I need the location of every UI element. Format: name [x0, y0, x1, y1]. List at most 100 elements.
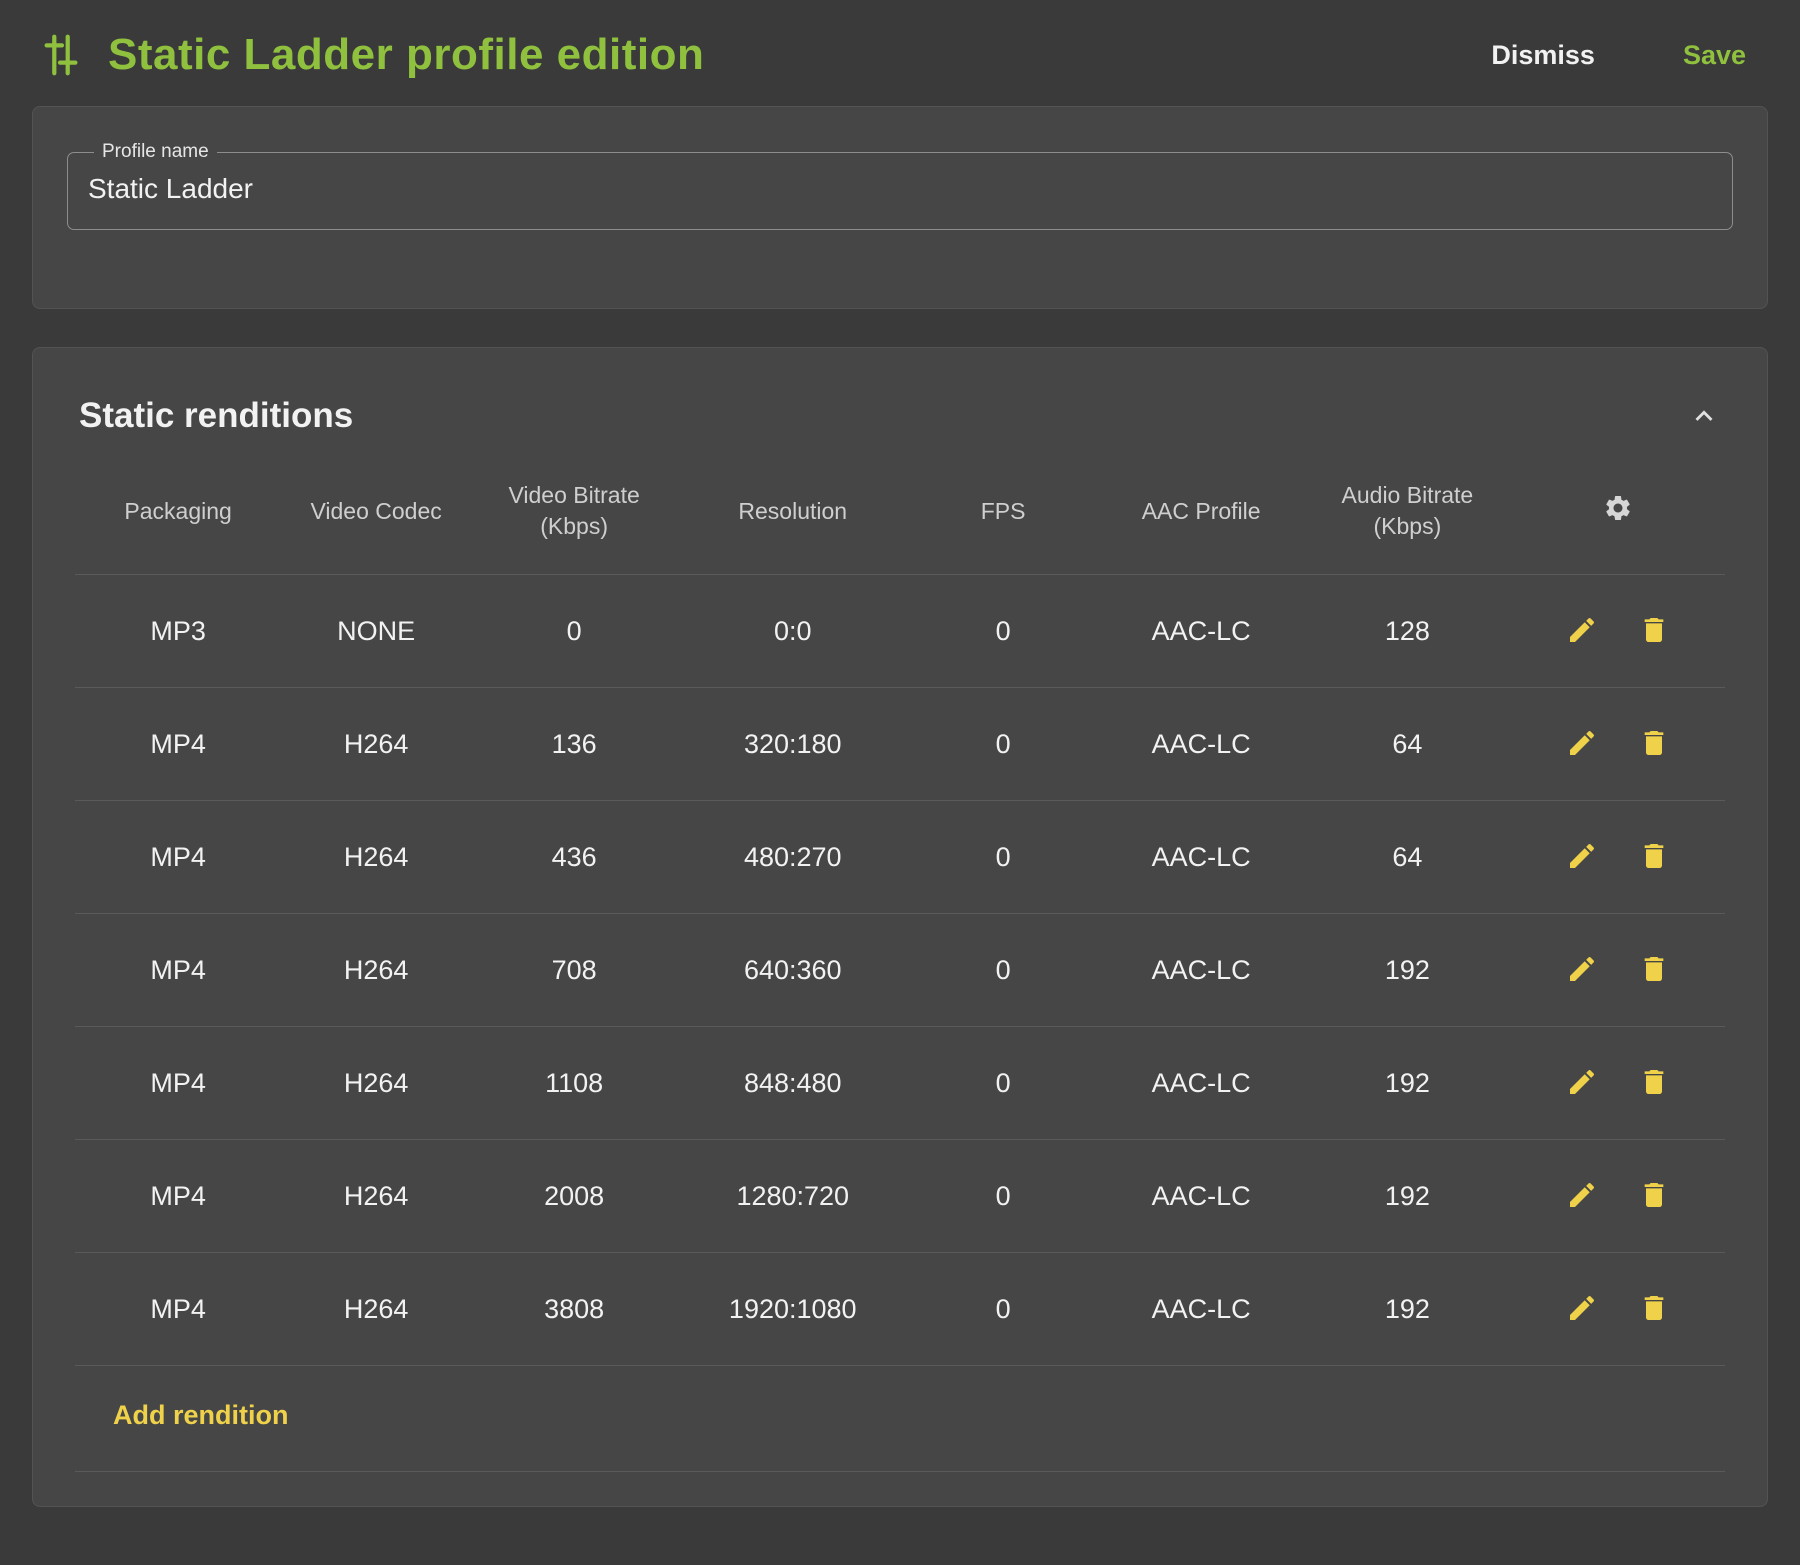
cell-actions	[1511, 1140, 1726, 1253]
table-row: MP4H264436480:2700AAC-LC64	[75, 801, 1725, 914]
cell-packaging: MP3	[75, 575, 281, 688]
cell-packaging: MP4	[75, 914, 281, 1027]
cell-fps: 0	[908, 801, 1098, 914]
table-row: MP4H26438081920:10800AAC-LC192	[75, 1253, 1725, 1366]
column-header: Packaging	[75, 444, 281, 575]
delete-rendition-button[interactable]	[1637, 1066, 1671, 1100]
add-rendition-button[interactable]: Add rendition	[113, 1400, 288, 1431]
cell-resolution: 640:360	[677, 914, 908, 1027]
cell-resolution: 848:480	[677, 1027, 908, 1140]
cell-video-bitrate: 1108	[471, 1027, 677, 1140]
delete-rendition-button[interactable]	[1637, 614, 1671, 648]
cell-audio-bitrate: 64	[1304, 688, 1510, 801]
settings-column-header	[1511, 444, 1726, 575]
delete-rendition-button[interactable]	[1637, 727, 1671, 761]
table-row: MP4H26420081280:7200AAC-LC192	[75, 1140, 1725, 1253]
table-row: MP4H264708640:3600AAC-LC192	[75, 914, 1725, 1027]
column-header: Video Codec	[281, 444, 471, 575]
page: Static Ladder profile edition Dismiss Sa…	[0, 0, 1800, 1565]
cell-aac-profile: AAC-LC	[1098, 1253, 1304, 1366]
tune-icon	[38, 32, 84, 78]
pencil-icon	[1566, 1179, 1598, 1214]
add-rendition-row: Add rendition	[75, 1366, 1725, 1472]
profile-name-field: Profile name	[67, 141, 1733, 230]
renditions-table: PackagingVideo CodecVideo Bitrate(Kbps)R…	[75, 444, 1725, 1366]
header-left: Static Ladder profile edition	[38, 30, 704, 80]
trash-icon	[1638, 727, 1670, 762]
cell-video-bitrate: 708	[471, 914, 677, 1027]
cell-packaging: MP4	[75, 688, 281, 801]
cell-actions	[1511, 1027, 1726, 1140]
cell-fps: 0	[908, 1027, 1098, 1140]
edit-rendition-button[interactable]	[1565, 840, 1599, 874]
profile-name-input[interactable]	[88, 167, 1712, 205]
column-header: Audio Bitrate(Kbps)	[1304, 444, 1510, 575]
cell-actions	[1511, 801, 1726, 914]
cell-aac-profile: AAC-LC	[1098, 575, 1304, 688]
pencil-icon	[1566, 1292, 1598, 1327]
cell-audio-bitrate: 128	[1304, 575, 1510, 688]
trash-icon	[1638, 614, 1670, 649]
trash-icon	[1638, 953, 1670, 988]
save-button[interactable]: Save	[1673, 32, 1756, 79]
cell-video-codec: H264	[281, 1253, 471, 1366]
edit-rendition-button[interactable]	[1565, 1292, 1599, 1326]
header-actions: Dismiss Save	[1481, 32, 1756, 79]
cell-packaging: MP4	[75, 1027, 281, 1140]
cell-video-bitrate: 2008	[471, 1140, 677, 1253]
cell-fps: 0	[908, 1140, 1098, 1253]
renditions-card: Static renditions PackagingVideo CodecVi…	[32, 347, 1768, 1507]
header: Static Ladder profile edition Dismiss Sa…	[0, 0, 1800, 106]
section-title: Static renditions	[79, 396, 353, 436]
column-header: AAC Profile	[1098, 444, 1304, 575]
cell-video-codec: NONE	[281, 575, 471, 688]
delete-rendition-button[interactable]	[1637, 953, 1671, 987]
cell-video-codec: H264	[281, 914, 471, 1027]
table-row: MP3NONE00:00AAC-LC128	[75, 575, 1725, 688]
pencil-icon	[1566, 1066, 1598, 1101]
column-header: FPS	[908, 444, 1098, 575]
profile-name-label: Profile name	[94, 141, 217, 163]
delete-rendition-button[interactable]	[1637, 1179, 1671, 1213]
trash-icon	[1638, 1066, 1670, 1101]
cell-video-codec: H264	[281, 801, 471, 914]
cell-video-bitrate: 0	[471, 575, 677, 688]
delete-rendition-button[interactable]	[1637, 840, 1671, 874]
cell-resolution: 480:270	[677, 801, 908, 914]
trash-icon	[1638, 1292, 1670, 1327]
collapse-chevron-icon[interactable]	[1687, 399, 1721, 433]
edit-rendition-button[interactable]	[1565, 1066, 1599, 1100]
cell-video-bitrate: 136	[471, 688, 677, 801]
cell-audio-bitrate: 192	[1304, 1140, 1510, 1253]
cell-resolution: 0:0	[677, 575, 908, 688]
cell-aac-profile: AAC-LC	[1098, 1140, 1304, 1253]
cell-video-bitrate: 436	[471, 801, 677, 914]
pencil-icon	[1566, 727, 1598, 762]
cell-fps: 0	[908, 575, 1098, 688]
cell-video-codec: H264	[281, 1027, 471, 1140]
edit-rendition-button[interactable]	[1565, 727, 1599, 761]
edit-rendition-button[interactable]	[1565, 614, 1599, 648]
cell-video-bitrate: 3808	[471, 1253, 677, 1366]
pencil-icon	[1566, 953, 1598, 988]
cell-fps: 0	[908, 1253, 1098, 1366]
section-header: Static renditions	[33, 386, 1767, 444]
cell-packaging: MP4	[75, 1140, 281, 1253]
pencil-icon	[1566, 840, 1598, 875]
cell-packaging: MP4	[75, 801, 281, 914]
delete-rendition-button[interactable]	[1637, 1292, 1671, 1326]
edit-rendition-button[interactable]	[1565, 1179, 1599, 1213]
edit-rendition-button[interactable]	[1565, 953, 1599, 987]
cell-resolution: 1920:1080	[677, 1253, 908, 1366]
renditions-table-wrap: PackagingVideo CodecVideo Bitrate(Kbps)R…	[33, 444, 1767, 1366]
pencil-icon	[1566, 614, 1598, 649]
table-row: MP4H2641108848:4800AAC-LC192	[75, 1027, 1725, 1140]
cell-audio-bitrate: 192	[1304, 914, 1510, 1027]
column-header: Video Bitrate(Kbps)	[471, 444, 677, 575]
cell-video-codec: H264	[281, 1140, 471, 1253]
gear-icon[interactable]	[1603, 493, 1633, 523]
dismiss-button[interactable]: Dismiss	[1481, 32, 1605, 79]
cell-video-codec: H264	[281, 688, 471, 801]
cell-resolution: 1280:720	[677, 1140, 908, 1253]
cell-packaging: MP4	[75, 1253, 281, 1366]
